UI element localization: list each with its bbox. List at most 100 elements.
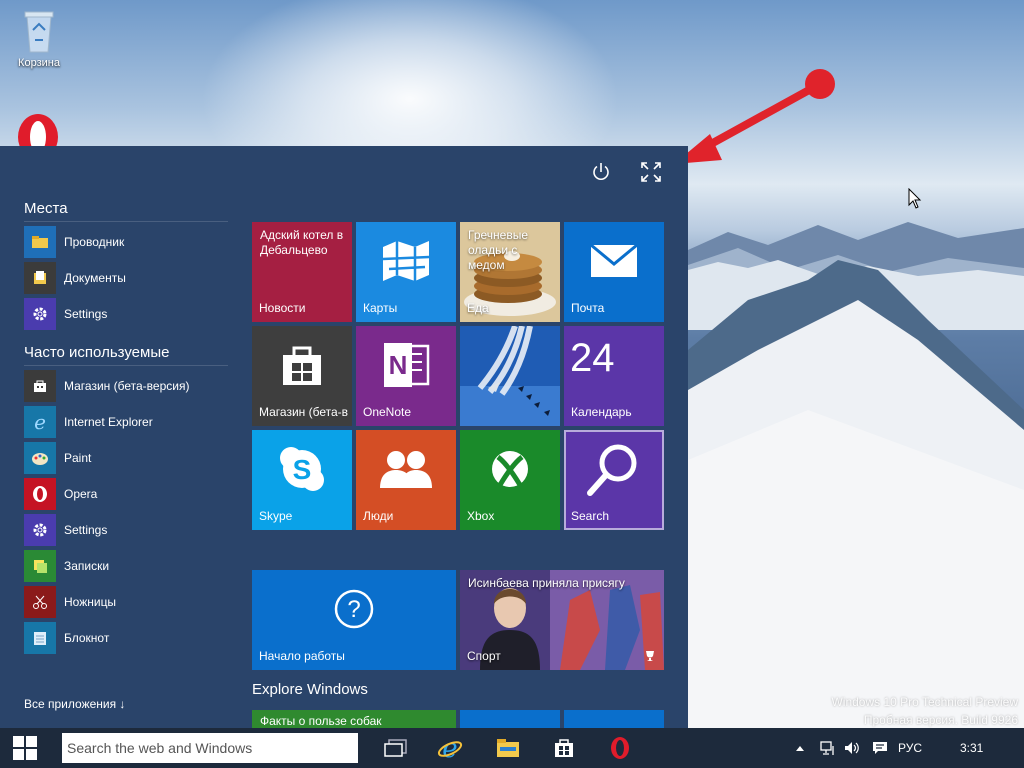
watermark-line2: Пробная версия. Build 9926 bbox=[863, 713, 1018, 727]
app-item-label: Документы bbox=[64, 271, 126, 285]
store-icon bbox=[252, 326, 352, 404]
notes-icon bbox=[24, 550, 56, 582]
message-icon bbox=[873, 742, 887, 754]
tile-skype[interactable]: S Skype bbox=[252, 430, 352, 530]
volume-button[interactable] bbox=[842, 728, 862, 768]
folder-icon bbox=[24, 226, 56, 258]
app-item-label: Settings bbox=[64, 307, 108, 321]
mail-icon bbox=[564, 222, 664, 300]
speaker-icon bbox=[845, 742, 859, 754]
store-icon bbox=[24, 370, 56, 402]
tile-store[interactable]: Магазин (бета-в bbox=[252, 326, 352, 426]
clock[interactable]: 3:31 bbox=[960, 728, 983, 768]
app-item-notepad[interactable]: Блокнот bbox=[24, 622, 228, 654]
app-item-label: Магазин (бета-версия) bbox=[64, 379, 190, 393]
tile-food-label: Еда bbox=[467, 301, 489, 315]
tile-photo[interactable] bbox=[460, 326, 560, 426]
expand-start-button[interactable] bbox=[633, 154, 669, 190]
tile-mail-label: Почта bbox=[571, 301, 605, 315]
app-item-label: Записки bbox=[64, 559, 110, 573]
store-icon bbox=[555, 739, 573, 757]
annotation-arrow bbox=[674, 69, 835, 164]
tile-skype-label: Skype bbox=[259, 509, 293, 523]
show-hidden-icons-button[interactable] bbox=[792, 728, 808, 768]
tile-maps-label: Карты bbox=[363, 301, 398, 315]
app-item-label: Блокнот bbox=[64, 631, 110, 645]
tile-facts-headline: Факты о пользе собак bbox=[260, 714, 382, 728]
app-item-settings-2[interactable]: Settings bbox=[24, 514, 228, 546]
app-item-documents[interactable]: Документы bbox=[24, 262, 228, 294]
tile-news-headline: Адский котел в Дебальцево bbox=[260, 228, 344, 257]
svg-text:N: N bbox=[389, 350, 408, 380]
app-item-sticky-notes[interactable]: Записки bbox=[24, 550, 228, 582]
tile-search-label: Search bbox=[571, 509, 610, 523]
tile-sport-headline: Исинбаева приняла присягу bbox=[468, 576, 625, 590]
start-button[interactable] bbox=[0, 728, 50, 768]
people-icon bbox=[356, 430, 456, 508]
app-item-settings[interactable]: Settings bbox=[24, 298, 228, 330]
ie-icon: e bbox=[24, 406, 56, 438]
app-item-store[interactable]: Магазин (бета-версия) bbox=[24, 370, 228, 402]
tile-xbox[interactable]: Xbox bbox=[460, 430, 560, 530]
tile-search[interactable]: Search bbox=[564, 430, 664, 530]
power-button[interactable] bbox=[583, 154, 619, 190]
tile-calendar[interactable]: 24 Календарь bbox=[564, 326, 664, 426]
tile-explore-2[interactable] bbox=[460, 710, 560, 728]
paint-icon bbox=[24, 442, 56, 474]
opera-icon bbox=[24, 478, 56, 510]
jets-photo bbox=[460, 326, 560, 426]
opera-desktop-icon[interactable] bbox=[16, 112, 60, 146]
app-item-paint[interactable]: Paint bbox=[24, 442, 228, 474]
power-icon bbox=[593, 163, 609, 180]
recycle-bin[interactable]: Корзина bbox=[4, 6, 74, 69]
recycle-bin-label: Корзина bbox=[18, 57, 60, 69]
network-icon bbox=[820, 741, 834, 755]
expand-icon bbox=[641, 162, 661, 182]
app-item-explorer[interactable]: Проводник bbox=[24, 226, 228, 258]
tile-people[interactable]: Люди bbox=[356, 430, 456, 530]
chevron-up-icon bbox=[796, 746, 804, 751]
app-item-label: Opera bbox=[64, 487, 98, 501]
app-item-snipping[interactable]: Ножницы bbox=[24, 586, 228, 618]
taskbar-ie-button[interactable]: e bbox=[430, 728, 470, 768]
taskbar: Search the web and Windows e РУС 3:31 bbox=[0, 728, 1024, 768]
tile-explore-3[interactable] bbox=[564, 710, 664, 728]
ie-icon: e bbox=[437, 735, 463, 761]
tile-onenote[interactable]: N OneNote bbox=[356, 326, 456, 426]
tile-news[interactable]: Адский котел в Дебальцево Новости bbox=[252, 222, 352, 322]
tile-news-label: Новости bbox=[259, 301, 306, 315]
tile-sport[interactable]: Исинбаева приняла присягу Спорт bbox=[460, 570, 664, 670]
tile-mail[interactable]: Почта bbox=[564, 222, 664, 322]
action-center-button[interactable] bbox=[870, 728, 890, 768]
tile-get-started[interactable]: ? Начало работы bbox=[252, 570, 456, 670]
recycle-bin-icon bbox=[24, 11, 54, 53]
calendar-day-number: 24 bbox=[570, 336, 615, 380]
xbox-icon bbox=[460, 430, 560, 508]
taskbar-opera-button[interactable] bbox=[600, 728, 640, 768]
app-item-opera[interactable]: Opera bbox=[24, 478, 228, 510]
taskbar-explorer-button[interactable] bbox=[488, 728, 528, 768]
all-apps-link[interactable]: Все приложения ↓ bbox=[24, 697, 125, 711]
folder-icon bbox=[497, 739, 519, 757]
search-icon bbox=[566, 432, 662, 506]
watermark-line1: Windows 10 Pro Technical Preview bbox=[831, 695, 1018, 709]
network-button[interactable] bbox=[818, 728, 838, 768]
taskbar-store-button[interactable] bbox=[544, 728, 584, 768]
gear-icon bbox=[24, 298, 56, 330]
app-item-ie[interactable]: e Internet Explorer bbox=[24, 406, 228, 438]
svg-text:S: S bbox=[293, 454, 312, 485]
help-icon: ? bbox=[252, 570, 456, 648]
trophy-icon bbox=[646, 651, 654, 661]
tile-food[interactable]: Гречневые оладьи с медом Еда bbox=[460, 222, 560, 322]
opera-icon bbox=[18, 114, 58, 146]
svg-text:e: e bbox=[442, 735, 457, 761]
tile-maps[interactable]: Карты bbox=[356, 222, 456, 322]
gear-icon bbox=[24, 514, 56, 546]
tile-facts[interactable]: Факты о пользе собак bbox=[252, 710, 456, 728]
task-view-button[interactable] bbox=[376, 728, 416, 768]
map-icon bbox=[356, 222, 456, 300]
app-item-label: Internet Explorer bbox=[64, 415, 153, 429]
language-indicator[interactable]: РУС bbox=[898, 728, 922, 768]
app-item-label: Ножницы bbox=[64, 595, 117, 609]
taskbar-search-input[interactable]: Search the web and Windows bbox=[62, 733, 358, 763]
